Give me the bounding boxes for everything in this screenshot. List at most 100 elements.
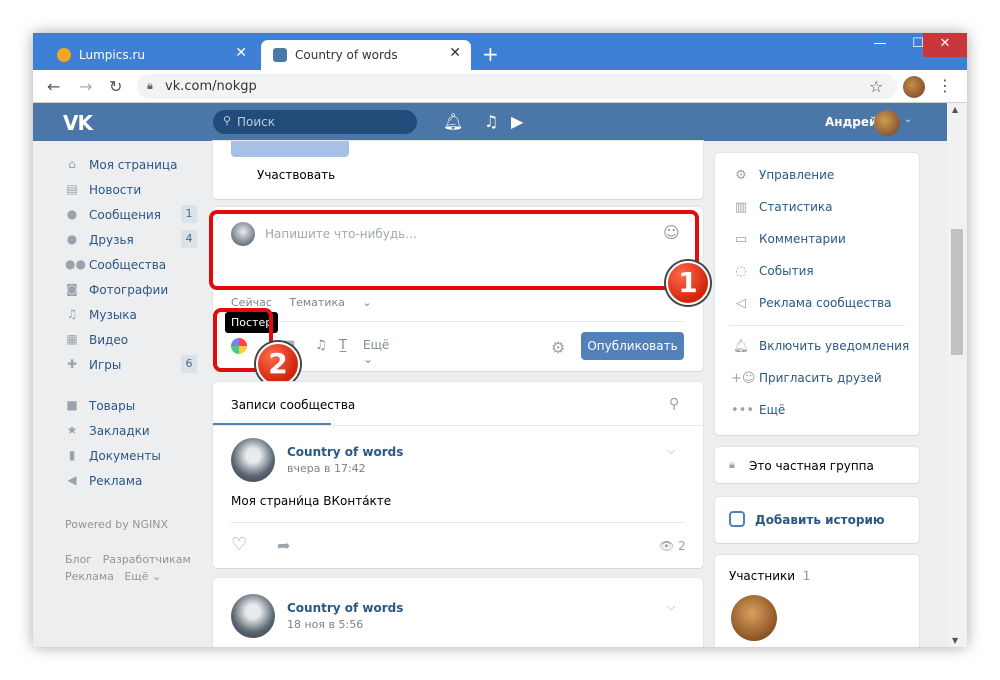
user-name[interactable]: Андрей [825, 115, 877, 129]
nav-games[interactable]: ✚ Игры 6 [63, 353, 203, 378]
nav-label: Музыка [89, 308, 137, 322]
footer-ads-link[interactable]: Реклама [65, 570, 114, 583]
bell-icon[interactable]: 🔔︎ [443, 112, 463, 131]
nav-music[interactable]: ♫ Музыка [63, 303, 203, 328]
menu-label: События [759, 264, 814, 278]
menu-invite[interactable]: +☺ Пригласить друзей [731, 371, 882, 386]
post-author[interactable]: Country of words [287, 445, 403, 459]
nav-bookmarks[interactable]: ★ Закладки [63, 419, 203, 444]
menu-label: Ещё [759, 403, 786, 417]
like-icon[interactable]: ♡ [231, 534, 247, 555]
tab-title: Country of words [295, 48, 398, 62]
new-tab-icon[interactable]: + [482, 42, 499, 66]
nav-ads[interactable]: ◀ Реклама [63, 469, 203, 494]
tab-community-posts[interactable]: Записи сообщества [231, 398, 355, 412]
post-author-avatar[interactable] [231, 594, 275, 638]
members-title[interactable]: Участники 1 [729, 569, 810, 583]
event-cover [231, 141, 349, 157]
scroll-thumb[interactable] [951, 229, 963, 355]
nav-communities[interactable]: ●● Сообщества [63, 253, 203, 278]
gear-icon: ⚙ [735, 168, 747, 183]
menu-divider [729, 325, 905, 326]
tab-country-of-words[interactable]: Country of words ✕ [261, 40, 471, 70]
nav-label: Друзья [89, 233, 134, 247]
nav-label: Закладки [89, 424, 150, 438]
more-label: Ещё [363, 338, 390, 352]
close-tab-icon[interactable]: ✕ [235, 45, 247, 61]
footer-links: Powered by NGINX Блог Разработчикам Рекл… [65, 516, 191, 585]
back-icon[interactable]: ← [47, 77, 60, 96]
users-icon: ●● [65, 257, 86, 271]
post-divider [231, 522, 685, 523]
chevron-down-icon[interactable]: ⌄ [904, 114, 912, 125]
article-attach-icon[interactable]: T̲ [339, 338, 347, 353]
play-icon[interactable]: ▶ [511, 112, 523, 131]
profile-avatar[interactable] [903, 76, 925, 98]
tab-lumpics[interactable]: Lumpics.ru ✕ [45, 40, 257, 70]
add-story-label[interactable]: Добавить историю [755, 513, 885, 527]
page-scrollbar[interactable]: ▲ ▼ [947, 103, 967, 647]
close-tab-icon[interactable]: ✕ [449, 45, 461, 61]
gear-icon[interactable]: ⚙ [551, 338, 565, 357]
add-story-card[interactable]: Добавить историю [715, 497, 919, 543]
footer-more-link[interactable]: Ещё [124, 570, 148, 583]
bookmark-star-icon[interactable]: ☆ [869, 77, 883, 96]
menu-events[interactable]: ◌ События [731, 264, 814, 279]
search-icon[interactable]: ⚲ [669, 396, 679, 412]
nav-photos[interactable]: ◙ Фотографии [63, 278, 203, 303]
vk-logo[interactable]: VK [63, 111, 93, 135]
menu-manage[interactable]: ⚙ Управление [731, 168, 834, 183]
more-attach-button[interactable]: Ещё ⌄ [363, 338, 389, 366]
share-icon[interactable]: ➦ [277, 536, 290, 555]
tab-title: Lumpics.ru [79, 48, 145, 62]
nav-news[interactable]: ▤ Новости [63, 178, 203, 203]
chevron-down-icon: ⌄ [151, 570, 162, 583]
nav-my-page[interactable]: ⌂ Моя страница [63, 153, 203, 178]
chevron-down-icon[interactable]: ⌵ [667, 600, 675, 614]
count-badge: 6 [181, 355, 197, 373]
wall-divider [213, 425, 703, 426]
music-attach-icon[interactable]: ♫ [315, 338, 327, 353]
post-topic-select[interactable]: Тематика ⌄ [289, 296, 371, 309]
window-close-icon[interactable]: ✕ [923, 33, 967, 57]
search-input[interactable]: ⚲ Поиск [213, 110, 417, 134]
nav-friends[interactable]: ● Друзья 4 [63, 228, 203, 253]
chevron-down-icon[interactable]: ⌵ [667, 444, 675, 458]
nav-label: Товары [89, 399, 136, 413]
post-author-avatar[interactable] [231, 438, 275, 482]
user-avatar[interactable] [874, 110, 900, 136]
members-card: Участники 1 [715, 555, 919, 647]
post-author[interactable]: Country of words [287, 601, 403, 615]
menu-more[interactable]: ••• Ещё [731, 403, 785, 418]
reload-icon[interactable]: ↻ [109, 77, 122, 96]
post-date[interactable]: вчера в 17:42 [287, 462, 366, 475]
menu-kebab-icon[interactable]: ⋮ [937, 76, 953, 95]
participate-link[interactable]: Участвовать [257, 168, 335, 182]
bag-icon: ■ [66, 398, 78, 412]
nav-label: Фотографии [89, 283, 169, 297]
forward-icon[interactable]: → [79, 77, 92, 96]
menu-community-ads[interactable]: ◁ Реклама сообщества [731, 296, 892, 311]
lumpics-favicon-icon [57, 48, 71, 62]
menu-comments[interactable]: ▭ Комментарии [731, 232, 846, 247]
footer-blog-link[interactable]: Блог [65, 553, 92, 566]
nav-messages[interactable]: ● Сообщения 1 [63, 203, 203, 228]
menu-label: Комментарии [759, 232, 846, 246]
nav-label: Сообщества [89, 258, 167, 272]
footer-dev-link[interactable]: Разработчикам [103, 553, 191, 566]
publish-button[interactable]: Опубликовать [581, 332, 684, 360]
minimize-icon[interactable]: — [859, 33, 901, 57]
scroll-down-icon[interactable]: ▼ [952, 636, 958, 645]
address-bar[interactable]: 🔒︎ vk.com/nokgp [137, 74, 897, 99]
member-avatar[interactable] [731, 595, 777, 641]
scroll-up-icon[interactable]: ▲ [952, 105, 958, 114]
music-icon[interactable]: ♫ [484, 112, 498, 131]
post-card: Country of words 18 ноя в 5:56 ⌵ [213, 578, 703, 647]
nav-video[interactable]: ▦ Видео [63, 328, 203, 353]
browser-window: Lumpics.ru ✕ Country of words ✕ + — ☐ ✕ … [33, 33, 967, 647]
nav-documents[interactable]: ▮ Документы [63, 444, 203, 469]
nav-goods[interactable]: ■ Товары [63, 394, 203, 419]
menu-stats[interactable]: ▥ Статистика [731, 200, 833, 215]
menu-notifications[interactable]: 🔔︎ Включить уведомления [731, 339, 909, 354]
post-date[interactable]: 18 ноя в 5:56 [287, 618, 363, 631]
